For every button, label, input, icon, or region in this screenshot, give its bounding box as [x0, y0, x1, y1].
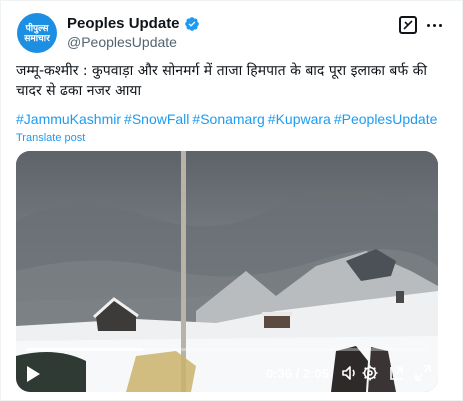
fullscreen-icon[interactable]	[414, 364, 432, 382]
hashtag-link[interactable]: #Kupwara	[268, 111, 331, 127]
play-icon[interactable]	[25, 365, 41, 383]
author-display-name[interactable]: Peoples Update	[67, 15, 180, 32]
translate-post-link[interactable]: Translate post	[16, 132, 85, 144]
grok-icon[interactable]	[399, 16, 417, 34]
video-progress-bar[interactable]	[26, 348, 428, 351]
more-icon[interactable]	[424, 13, 444, 37]
avatar-line-1: पीपुल्स	[25, 23, 49, 33]
hashtag-link[interactable]: #JammuKashmir	[16, 111, 121, 127]
video-frame	[16, 151, 438, 392]
hashtag-link[interactable]: #Sonamarg	[192, 111, 264, 127]
hashtag-link[interactable]: #SnowFall	[124, 111, 189, 127]
settings-icon[interactable]	[361, 364, 379, 382]
picture-in-picture-icon[interactable]	[388, 364, 406, 382]
video-time-display: 0:36 / 2:05	[266, 366, 329, 381]
video-player[interactable]: 0:36 / 2:05	[16, 151, 438, 392]
hashtag-link[interactable]: #PeoplesUpdate	[334, 111, 438, 127]
video-progress-fill	[26, 348, 143, 351]
tweet-text: जम्मू-कश्मीर : कुपवाड़ा और सोनमर्ग में त…	[16, 63, 428, 99]
hashtag-list: #JammuKashmir #SnowFall #Sonamarg #Kupwara #…	[16, 109, 440, 129]
verified-badge-icon	[184, 16, 200, 32]
tweet-card: पीपुल्स समाचार Peoples Update @PeoplesUp…	[0, 0, 463, 401]
volume-icon[interactable]	[341, 364, 359, 382]
author-name-row: Peoples Update	[67, 15, 200, 32]
avatar-line-2: समाचार	[24, 33, 50, 43]
avatar[interactable]: पीपुल्स समाचार	[17, 13, 57, 53]
author-handle[interactable]: @PeoplesUpdate	[67, 34, 177, 50]
